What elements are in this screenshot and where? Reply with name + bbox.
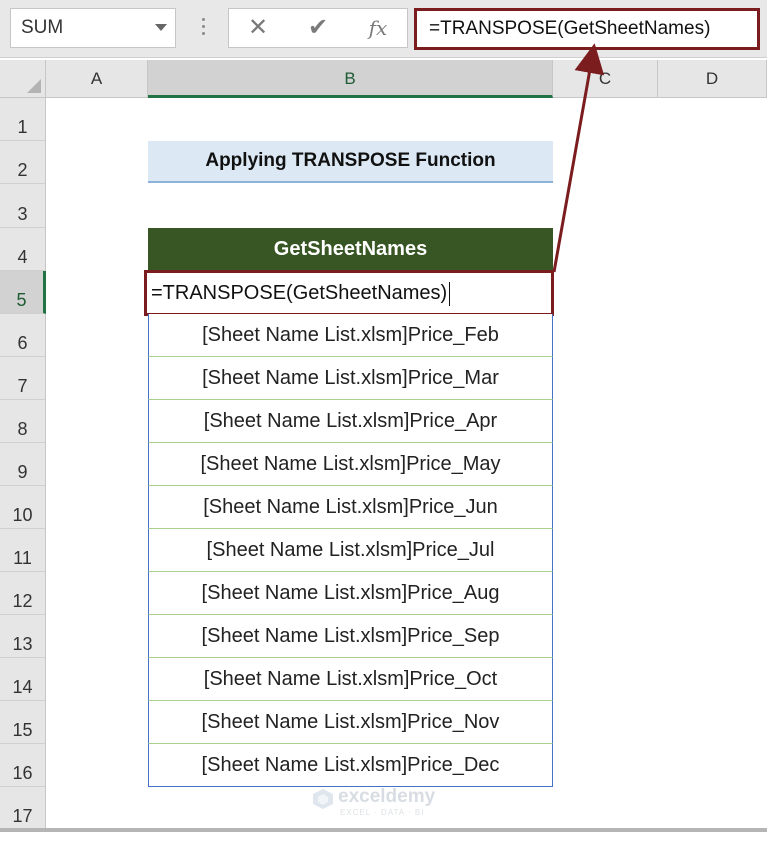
table-header-cell[interactable]: GetSheetNames bbox=[148, 228, 553, 271]
sheet-name-text: [Sheet Name List.xlsm]Price_Sep bbox=[201, 625, 500, 647]
sheet-name-cell[interactable]: [Sheet Name List.xlsm]Price_Oct bbox=[148, 658, 553, 701]
more-options-icon[interactable] bbox=[198, 14, 208, 44]
sheet-name-cell[interactable]: [Sheet Name List.xlsm]Price_Sep bbox=[148, 615, 553, 658]
sheet-name-text: [Sheet Name List.xlsm]Price_Feb bbox=[202, 324, 499, 346]
sheet-name-text: [Sheet Name List.xlsm]Price_Jun bbox=[203, 496, 498, 518]
active-cell-value: =TRANSPOSE(GetSheetNames) bbox=[151, 273, 451, 313]
formula-input[interactable]: =TRANSPOSE(GetSheetNames) bbox=[414, 8, 760, 50]
title-text: Applying TRANSPOSE Function bbox=[205, 150, 496, 171]
name-box[interactable]: SUM bbox=[10, 8, 176, 48]
row-header-15[interactable]: 15 bbox=[0, 701, 46, 744]
formula-text: =TRANSPOSE(GetSheetNames) bbox=[429, 18, 711, 39]
sheet-name-cell[interactable]: [Sheet Name List.xlsm]Price_Dec bbox=[148, 744, 553, 787]
column-header-d[interactable]: D bbox=[658, 60, 767, 98]
column-header-a[interactable]: A bbox=[46, 60, 148, 98]
row-header-14[interactable]: 14 bbox=[0, 658, 46, 701]
sheet-bottom-edge bbox=[0, 828, 767, 832]
active-cell-text: =TRANSPOSE(GetSheetNames) bbox=[151, 282, 448, 304]
active-cell-editor[interactable]: =TRANSPOSE(GetSheetNames) bbox=[144, 270, 554, 316]
row-header-9[interactable]: 9 bbox=[0, 443, 46, 486]
sheet-name-cell[interactable]: [Sheet Name List.xlsm]Price_Mar bbox=[148, 357, 553, 400]
table-header-text: GetSheetNames bbox=[273, 238, 428, 260]
sheet-name-text: [Sheet Name List.xlsm]Price_Jul bbox=[206, 539, 495, 561]
sheet-name-text: [Sheet Name List.xlsm]Price_Nov bbox=[201, 711, 500, 733]
sheet-name-text: [Sheet Name List.xlsm]Price_Mar bbox=[202, 367, 499, 389]
row-header-13[interactable]: 13 bbox=[0, 615, 46, 658]
row-header-6[interactable]: 6 bbox=[0, 314, 46, 357]
row-header-2[interactable]: 2 bbox=[0, 141, 46, 184]
title-cell[interactable]: Applying TRANSPOSE Function bbox=[148, 141, 553, 183]
sheet-name-cell[interactable]: [Sheet Name List.xlsm]Price_Feb bbox=[148, 314, 553, 357]
sheet-name-text: [Sheet Name List.xlsm]Price_Aug bbox=[201, 582, 500, 604]
sheet-name-cell[interactable]: [Sheet Name List.xlsm]Price_Aug bbox=[148, 572, 553, 615]
row-header-16[interactable]: 16 bbox=[0, 744, 46, 787]
sheet-name-cell[interactable]: [Sheet Name List.xlsm]Price_May bbox=[148, 443, 553, 486]
text-caret bbox=[449, 281, 451, 306]
watermark: exceldemy EXCEL · DATA · BI bbox=[312, 784, 462, 820]
sheet-name-text: [Sheet Name List.xlsm]Price_Oct bbox=[203, 668, 498, 690]
row-header-8[interactable]: 8 bbox=[0, 400, 46, 443]
watermark-name: exceldemy bbox=[338, 786, 436, 807]
sheet-name-cell[interactable]: [Sheet Name List.xlsm]Price_Jul bbox=[148, 529, 553, 572]
insert-function-icon[interactable]: fx bbox=[363, 9, 393, 47]
formula-buttons: ✕ ✔ fx bbox=[228, 8, 408, 48]
chevron-down-icon[interactable] bbox=[155, 24, 167, 31]
formula-bar: SUM ✕ ✔ fx =TRANSPOSE(GetSheetNames) bbox=[0, 0, 767, 58]
sheet-name-text: [Sheet Name List.xlsm]Price_Apr bbox=[203, 410, 498, 432]
select-all-button[interactable] bbox=[0, 60, 46, 98]
row-header-10[interactable]: 10 bbox=[0, 486, 46, 529]
sheet-name-text: [Sheet Name List.xlsm]Price_Dec bbox=[201, 754, 500, 776]
name-box-value: SUM bbox=[21, 17, 64, 38]
row-header-3[interactable]: 3 bbox=[0, 184, 46, 228]
sheet-name-cell[interactable]: [Sheet Name List.xlsm]Price_Nov bbox=[148, 701, 553, 744]
sheet-name-cell[interactable]: [Sheet Name List.xlsm]Price_Jun bbox=[148, 486, 553, 529]
row-header-12[interactable]: 12 bbox=[0, 572, 46, 615]
exceldemy-logo-icon bbox=[313, 789, 333, 809]
column-header-b[interactable]: B bbox=[148, 60, 553, 98]
sheet-name-text: [Sheet Name List.xlsm]Price_May bbox=[200, 453, 501, 475]
cancel-icon[interactable]: ✕ bbox=[243, 9, 273, 47]
row-header-5[interactable]: 5 bbox=[0, 271, 46, 314]
watermark-tagline: EXCEL · DATA · BI bbox=[340, 808, 425, 817]
enter-icon[interactable]: ✔ bbox=[303, 9, 333, 47]
select-all-icon bbox=[27, 79, 41, 93]
row-header-7[interactable]: 7 bbox=[0, 357, 46, 400]
column-header-c[interactable]: C bbox=[553, 60, 658, 98]
row-header-4[interactable]: 4 bbox=[0, 228, 46, 271]
row-header-11[interactable]: 11 bbox=[0, 529, 46, 572]
sheet-name-cell[interactable]: [Sheet Name List.xlsm]Price_Apr bbox=[148, 400, 553, 443]
row-header-1[interactable]: 1 bbox=[0, 98, 46, 141]
row-header-17[interactable]: 17 bbox=[0, 787, 46, 830]
